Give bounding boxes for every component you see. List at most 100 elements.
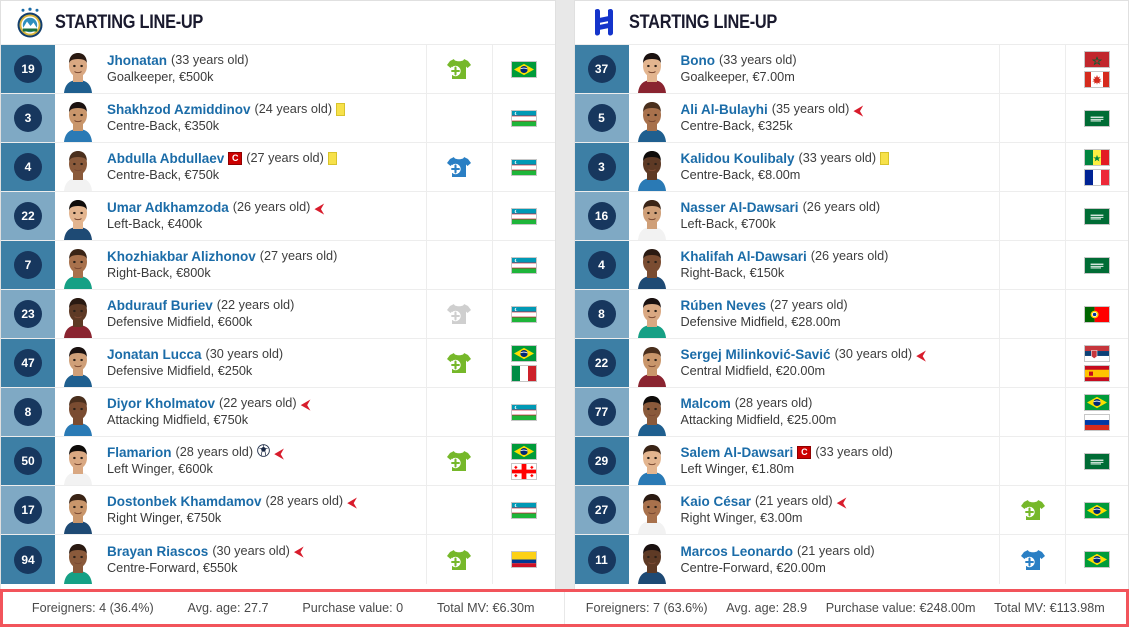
substitution-shirt-icon[interactable] bbox=[446, 58, 472, 80]
shirt-number-badge: 22 bbox=[587, 349, 616, 377]
player-photo[interactable] bbox=[629, 339, 671, 387]
table-row[interactable]: 22 Sergej Milinković-Savić (30 years old) ⮜… bbox=[574, 339, 1128, 388]
player-photo[interactable] bbox=[55, 241, 97, 289]
player-name-link[interactable]: Kaio César bbox=[681, 493, 752, 510]
player-photo[interactable] bbox=[629, 535, 671, 584]
player-position-value: Right-Back, €800k bbox=[107, 266, 211, 280]
table-row[interactable]: 4 Khalifah Al-Dawsari (26 years old) Right-… bbox=[574, 241, 1128, 290]
substitution-shirt-icon[interactable] bbox=[1020, 499, 1046, 521]
table-row[interactable]: 27 Kaio César (21 years old) ⮜ Right Winger,… bbox=[574, 486, 1128, 535]
table-row[interactable]: 23 Abdurauf Buriev (22 years old) Defensive… bbox=[1, 290, 555, 339]
player-position-value: Attacking Midfield, €25.00m bbox=[680, 413, 837, 427]
table-row[interactable]: 5 Ali Al-Bulayhi (35 years old) ⮜ Centre-Bac… bbox=[574, 94, 1128, 143]
player-name-link[interactable]: Marcos Leonardo bbox=[681, 543, 794, 560]
shirt-number-badge: 8 bbox=[587, 300, 616, 328]
table-row[interactable]: 77 Malcom (28 years old) Attacking Midfield… bbox=[574, 388, 1128, 437]
player-name-link[interactable]: Dostonbek Khamdamov bbox=[107, 493, 262, 510]
player-name-link[interactable]: Jhonatan bbox=[107, 52, 167, 69]
table-row[interactable]: 7 Khozhiakbar Alizhonov (27 years old) Righ… bbox=[1, 241, 555, 290]
player-name-link[interactable]: Abdulla Abdullaev bbox=[107, 150, 224, 167]
shirt-number-badge: 47 bbox=[14, 349, 42, 377]
player-photo[interactable] bbox=[629, 192, 671, 240]
player-photo[interactable] bbox=[55, 535, 97, 584]
home-purchase-value-stat: Purchase value: 0 bbox=[302, 601, 404, 615]
player-photo[interactable] bbox=[629, 143, 671, 191]
player-name-link[interactable]: Bono bbox=[681, 52, 716, 69]
flag-icon-brazil bbox=[510, 442, 537, 460]
player-photo[interactable] bbox=[629, 486, 671, 534]
shirt-number-badge: 11 bbox=[587, 545, 616, 574]
away-rows-wrap: 37 Bono (33 years old) Goalkeeper, €7.00m 5 A… bbox=[574, 45, 1128, 626]
player-name-link[interactable]: Nasser Al-Dawsari bbox=[681, 199, 799, 216]
substitution-shirt-icon[interactable] bbox=[1020, 549, 1046, 571]
player-photo[interactable] bbox=[55, 143, 97, 191]
player-photo[interactable] bbox=[55, 192, 97, 240]
player-name-link[interactable]: Malcom bbox=[681, 395, 731, 412]
flag-icon-uzbekistan bbox=[510, 501, 537, 519]
substitution-shirt-icon[interactable] bbox=[446, 303, 472, 325]
player-name-link[interactable]: Khozhiakbar Alizhonov bbox=[107, 248, 256, 265]
player-photo[interactable] bbox=[55, 437, 97, 485]
player-name-link[interactable]: Kalidou Koulibaly bbox=[681, 150, 795, 167]
home-team-panel: STARTING LINE-UP 19 Jhonatan (33 years old… bbox=[0, 0, 556, 627]
player-name-link[interactable]: Umar Adkhamzoda bbox=[107, 199, 229, 216]
player-position-value: Left-Back, €700k bbox=[680, 217, 776, 231]
table-row[interactable]: 94 Brayan Riascos (30 years old) ⮜ Centre-Fo… bbox=[1, 535, 555, 584]
flag-icon-saudi-arabia bbox=[1084, 256, 1110, 274]
player-name-line: Jhonatan (33 years old) bbox=[107, 52, 426, 69]
player-photo[interactable] bbox=[55, 388, 97, 436]
flag-icon-serbia bbox=[1084, 344, 1110, 362]
table-row[interactable]: 3 Kalidou Koulibaly (33 years old) Centre-B… bbox=[574, 143, 1128, 192]
table-row[interactable]: 47 Jonatan Lucca (30 years old) Defensive M… bbox=[1, 339, 555, 388]
player-info: Jhonatan (33 years old) Goalkeeper, €500k bbox=[97, 45, 426, 93]
nationality-flags-cell bbox=[1065, 94, 1128, 142]
table-row[interactable]: 8 Rúben Neves (27 years old) Defensive Midf… bbox=[574, 290, 1128, 339]
substituted-off-arrow-icon: ⮜ bbox=[300, 395, 311, 412]
player-photo[interactable] bbox=[629, 388, 671, 436]
table-row[interactable]: 16 Nasser Al-Dawsari (26 years old) Left-Ba… bbox=[574, 192, 1128, 241]
player-photo[interactable] bbox=[629, 94, 671, 142]
player-name-link[interactable]: Diyor Kholmatov bbox=[107, 395, 215, 412]
player-photo[interactable] bbox=[55, 339, 97, 387]
table-row[interactable]: 50 Flamarion (28 years old) ⮜ Left Winger, €… bbox=[1, 437, 555, 486]
player-photo[interactable] bbox=[629, 437, 671, 485]
player-name-link[interactable]: Brayan Riascos bbox=[107, 543, 208, 560]
table-row[interactable]: 4 Abdulla Abdullaev C (27 years old) Centre-… bbox=[1, 143, 555, 192]
substitution-shirt-icon[interactable] bbox=[446, 450, 472, 472]
goal-scored-icon bbox=[257, 444, 270, 461]
player-name-link[interactable]: Shakhzod Azmiddinov bbox=[107, 101, 251, 118]
player-name-link[interactable]: Abdurauf Buriev bbox=[107, 297, 213, 314]
player-photo[interactable] bbox=[629, 241, 671, 289]
table-row[interactable]: 8 Diyor Kholmatov (22 years old) ⮜ Attacking… bbox=[1, 388, 555, 437]
table-row[interactable]: 17 Dostonbek Khamdamov (28 years old) ⮜ Righ… bbox=[1, 486, 555, 535]
substitution-shirt-icon[interactable] bbox=[446, 352, 472, 374]
shirt-number-badge: 37 bbox=[587, 55, 616, 83]
player-photo[interactable] bbox=[55, 290, 97, 338]
player-photo[interactable] bbox=[55, 45, 97, 93]
player-name-link[interactable]: Flamarion bbox=[107, 444, 172, 461]
table-row[interactable]: 3 Shakhzod Azmiddinov (24 years old) Centre… bbox=[1, 94, 555, 143]
player-name-link[interactable]: Jonatan Lucca bbox=[107, 346, 202, 363]
player-name-link[interactable]: Rúben Neves bbox=[681, 297, 767, 314]
player-age: (27 years old) bbox=[259, 249, 338, 263]
shirt-number-badge: 7 bbox=[14, 251, 42, 279]
substitution-icon-cell bbox=[999, 437, 1065, 485]
table-row[interactable]: 11 Marcos Leonardo (21 years old) Centre-Fo… bbox=[574, 535, 1128, 584]
table-row[interactable]: 37 Bono (33 years old) Goalkeeper, €7.00m bbox=[574, 45, 1128, 94]
substitution-shirt-icon[interactable] bbox=[446, 549, 472, 571]
player-photo[interactable] bbox=[629, 45, 671, 93]
substitution-shirt-icon[interactable] bbox=[446, 156, 472, 178]
player-photo[interactable] bbox=[55, 94, 97, 142]
player-info: Kaio César (21 years old) ⮜ Right Winger, €… bbox=[671, 486, 1000, 534]
shirt-number-badge: 94 bbox=[14, 545, 42, 574]
player-name-link[interactable]: Salem Al-Dawsari bbox=[681, 444, 794, 461]
table-row[interactable]: 22 Umar Adkhamzoda (26 years old) ⮜ Left-Bac… bbox=[1, 192, 555, 241]
player-name-link[interactable]: Khalifah Al-Dawsari bbox=[681, 248, 807, 265]
player-photo[interactable] bbox=[55, 486, 97, 534]
table-row[interactable]: 29 Salem Al-Dawsari C (33 years old) Left Wi… bbox=[574, 437, 1128, 486]
player-name-link[interactable]: Ali Al-Bulayhi bbox=[681, 101, 768, 118]
player-photo[interactable] bbox=[629, 290, 671, 338]
player-info: Shakhzod Azmiddinov (24 years old) Centre-… bbox=[97, 94, 426, 142]
player-name-link[interactable]: Sergej Milinković-Savić bbox=[681, 346, 831, 363]
table-row[interactable]: 19 Jhonatan (33 years old) Goalkeeper, €500… bbox=[1, 45, 555, 94]
